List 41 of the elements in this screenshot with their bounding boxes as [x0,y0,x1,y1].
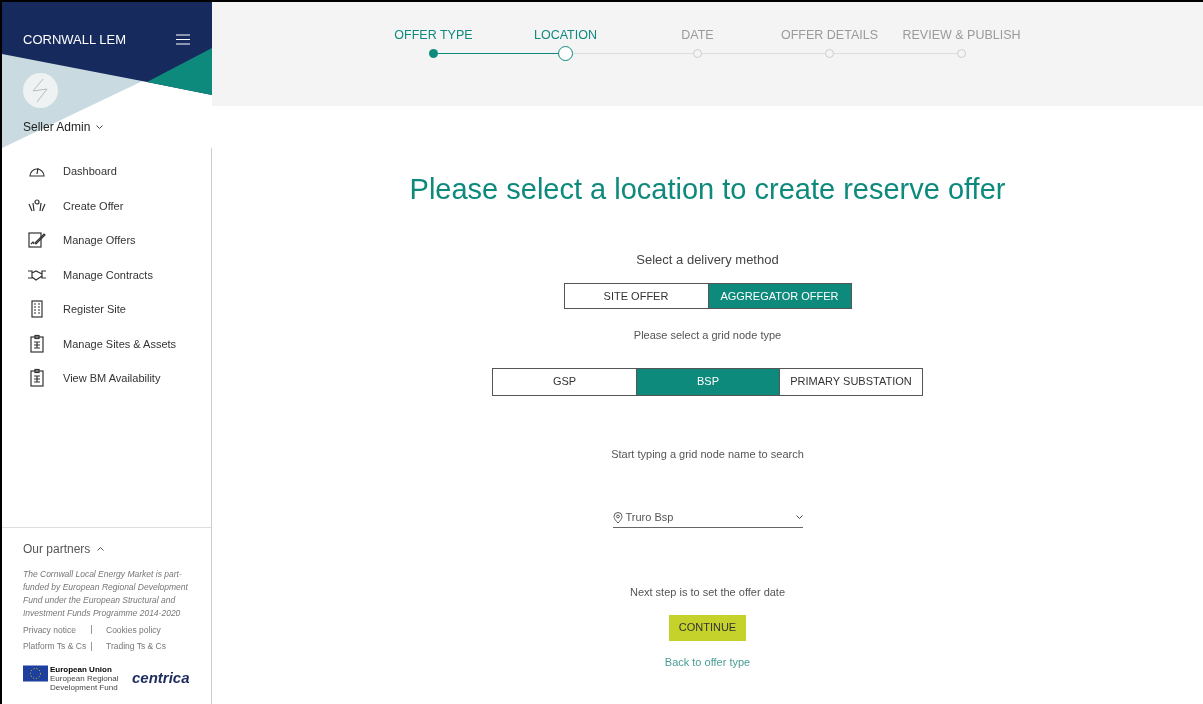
footer-link[interactable]: Platform Ts & Cs [23,640,91,653]
segment-option[interactable]: BSP [636,368,779,395]
location-pin-icon [612,511,623,524]
eu-flag-icon [23,665,48,682]
delivery-label: Select a delivery method [636,250,779,269]
page-heading: Please select a location to create reserve offer [409,172,1006,207]
eu-logo-title: European Union [50,665,113,674]
grid-node-select[interactable]: Truro Bsp [612,508,803,528]
edit-document-icon [27,230,47,251]
brand-title: CORNWALL LEM [23,31,127,49]
step-label: OFFER DETAILS [781,27,878,44]
chevron-down-icon [96,124,104,130]
partners-toggle[interactable]: Our partners [23,539,105,558]
next-step-text: Next step is to set the offer date [629,585,786,600]
nav-item[interactable]: Manage Offers [2,223,211,258]
partners-text: The Cornwall Local Energy Market is part-funded by European Regional Development Fund under the European Structural and Investment Funds Programme 2014-2020 [23,567,189,620]
chevron-down-icon [795,515,803,520]
avatar [23,73,58,108]
clipboard-icon [27,333,47,354]
footer-link[interactable]: Privacy notice [23,623,91,637]
step-label: REVIEW & PUBLISH [902,27,1021,44]
node-type-label: Please select a grid node type [633,328,782,343]
segment-option[interactable]: AGGREGATOR OFFER [707,284,851,308]
nav-item[interactable]: Manage Sites & Assets [2,326,211,361]
partner-logo: centrica [132,668,190,689]
nav-item[interactable]: Dashboard [2,154,211,189]
menu-icon[interactable] [176,34,190,46]
footer-link[interactable]: Cookies policy [106,623,161,637]
nav-item[interactable]: View BM Availability [2,361,211,396]
clipboard-icon [27,368,47,389]
footer-link[interactable]: Trading Ts & Cs [106,640,166,653]
step-label: LOCATION [534,27,597,44]
nav-item[interactable]: Register Site [2,292,211,327]
eu-logo-subtitle: European Regional Development Fund [50,674,120,692]
step-label: DATE [681,27,714,44]
nav-item[interactable]: Manage Contracts [2,257,211,292]
step-label: OFFER TYPE [394,27,473,44]
nav-item[interactable]: Create Offer [2,188,211,223]
search-label: Start typing a grid node name to search [611,446,804,462]
continue-button[interactable]: CONTINUE [668,614,747,641]
user-menu[interactable]: Seller Admin [23,118,104,136]
